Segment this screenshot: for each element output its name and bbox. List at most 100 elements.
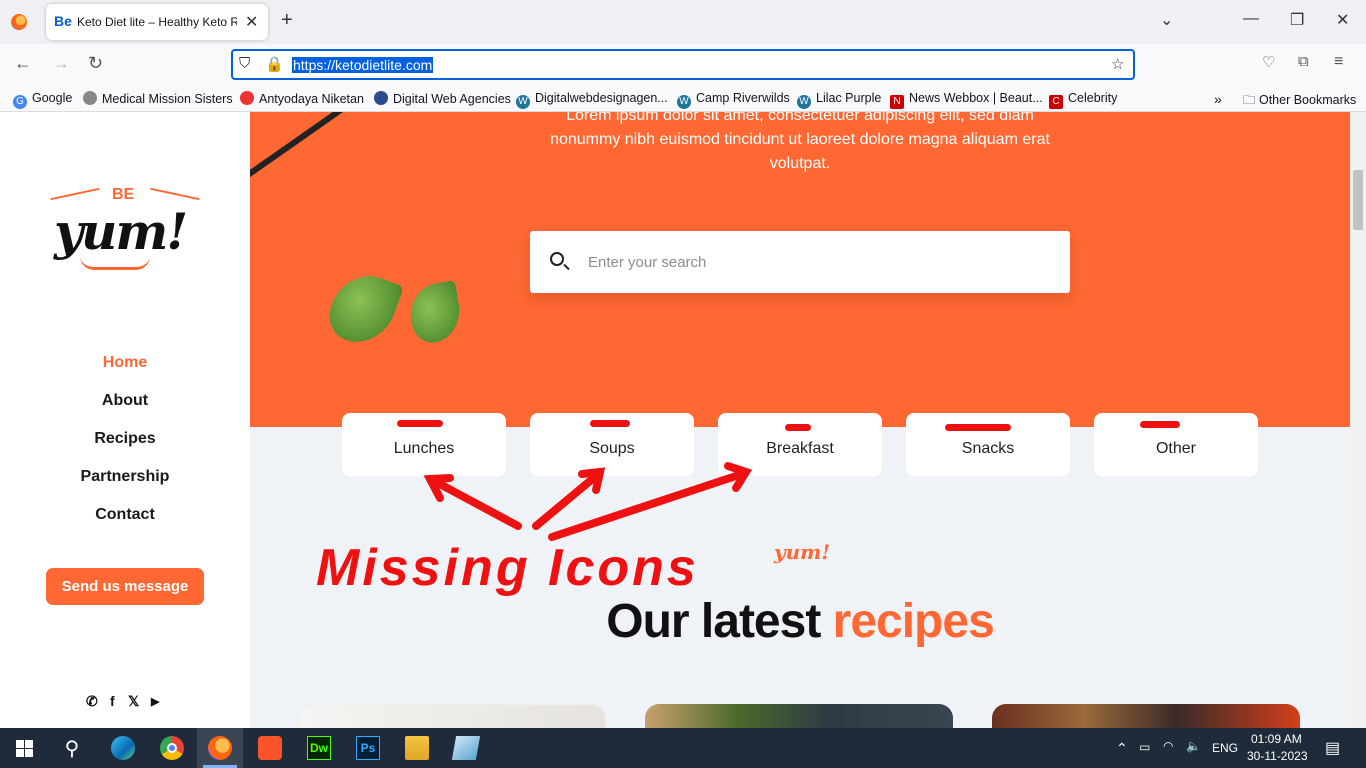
other-bookmarks[interactable]: 🗀 Other Bookmarks (1243, 91, 1356, 112)
restore-icon[interactable]: ❐ (1290, 10, 1304, 30)
basil-leaf-decoration (321, 265, 405, 353)
web-page: BE yum! Home About Recipes Partnership C… (0, 112, 1366, 728)
recipe-card[interactable] (645, 704, 953, 728)
battery-icon[interactable]: ▭ (1139, 740, 1150, 754)
brave-icon[interactable] (258, 736, 282, 760)
language-indicator[interactable]: ENG (1212, 741, 1238, 755)
show-hidden-icons[interactable]: ⌃ (1116, 740, 1128, 757)
section-tagline: yum! (774, 540, 831, 564)
search-box (530, 231, 1070, 293)
windows-start-icon[interactable] (14, 736, 38, 760)
site-icon (83, 91, 97, 105)
search-input[interactable] (588, 249, 1038, 275)
browser-tab[interactable]: Be Keto Diet lite – Healthy Keto Re ✕ (46, 4, 268, 40)
logo-yum: yum! (54, 202, 188, 261)
bookmark-news-webbox[interactable]: N News Webbox | Beaut... (890, 91, 1043, 109)
annotation-scribble (785, 424, 811, 431)
clock-time[interactable]: 01:09 AM (1251, 732, 1302, 746)
wordpress-icon: W (677, 95, 691, 109)
site-logo[interactable]: BE yum! (50, 186, 200, 276)
nav-about[interactable]: About (0, 392, 250, 410)
heart-icon (240, 91, 254, 105)
annotation-scribble (590, 420, 630, 427)
nav-home[interactable]: Home (0, 354, 250, 372)
x-icon[interactable]: 𝕏 (128, 693, 139, 710)
wordpress-icon: W (797, 95, 811, 109)
url-text[interactable]: https://ketodietlite.com (292, 57, 434, 73)
chopstick-decoration (250, 112, 369, 181)
hero-description: Lorem ipsum dolor sit amet, consectetuer… (550, 112, 1050, 172)
file-explorer-icon[interactable] (405, 736, 429, 760)
search-icon[interactable] (550, 252, 564, 266)
site-icon (374, 91, 388, 105)
shield-icon[interactable]: ⛉ (239, 55, 250, 72)
windows-taskbar: ⚲ Dw Ps ⌃ ▭ ◠ 🔈 ENG 01:09 AM 30-11-2023 … (0, 728, 1366, 768)
basil-leaf-decoration (405, 280, 465, 346)
notifications-icon[interactable]: ▤ (1325, 738, 1340, 758)
firefox-icon (208, 736, 232, 760)
bookmark-camp-riverwilds[interactable]: W Camp Riverwilds (677, 91, 790, 109)
firefox-taskbar-button[interactable] (197, 728, 243, 768)
menu-icon[interactable]: ≡ (1334, 53, 1343, 71)
pocket-icon[interactable]: ♡ (1262, 53, 1275, 71)
site-sidebar: BE yum! Home About Recipes Partnership C… (0, 112, 250, 728)
send-message-button[interactable]: Send us message (46, 568, 204, 605)
bookmarks-bar: G Google Medical Mission Sisters Antyoday… (0, 86, 1366, 112)
nav-recipes[interactable]: Recipes (0, 430, 250, 448)
close-window-icon[interactable]: ✕ (1336, 10, 1349, 30)
bookmark-digitalwebdesign[interactable]: W Digitalwebdesignagen... (516, 91, 668, 109)
bookmark-antyodaya[interactable]: Antyodaya Niketan (240, 91, 364, 106)
annotation-scribble (1140, 421, 1180, 428)
minimize-icon[interactable]: — (1243, 10, 1259, 28)
extensions-icon[interactable]: ⧉ (1298, 53, 1309, 70)
wordpress-icon: W (516, 95, 530, 109)
close-tab-icon[interactable]: ✕ (245, 12, 258, 32)
bookmark-star-icon[interactable]: ☆ (1111, 55, 1124, 73)
category-snacks[interactable]: Snacks (906, 413, 1070, 476)
page-scrollbar[interactable] (1350, 112, 1366, 728)
bookmark-celebrity[interactable]: C Celebrity (1049, 91, 1117, 109)
back-icon[interactable]: ← (14, 53, 32, 74)
facebook-icon[interactable]: f (110, 693, 115, 709)
annotation-scribble (397, 420, 443, 427)
chrome-icon[interactable] (160, 736, 184, 760)
edge-icon[interactable] (111, 736, 135, 760)
nav-partnership[interactable]: Partnership (0, 468, 250, 486)
address-bar[interactable]: ⛉ 🔒 https://ketodietlite.com ☆ (231, 49, 1135, 80)
youtube-icon[interactable]: ▶ (151, 695, 159, 708)
photoshop-icon[interactable]: Ps (356, 736, 380, 760)
recipe-card[interactable] (298, 704, 606, 728)
wifi-icon[interactable]: ◠ (1163, 739, 1173, 753)
forward-icon[interactable]: → (52, 53, 70, 74)
celebrity-icon: C (1049, 95, 1063, 109)
recipe-card[interactable] (992, 704, 1300, 728)
more-bookmarks-icon[interactable]: » (1214, 91, 1222, 107)
section-title: Our latest recipes (606, 595, 995, 648)
tab-favicon: Be (54, 13, 72, 29)
bookmark-medical-mission[interactable]: Medical Mission Sisters (83, 91, 233, 106)
annotation-scribble (945, 424, 1011, 431)
whatsapp-icon[interactable]: ✆ (86, 693, 98, 710)
new-tab-icon[interactable]: + (281, 9, 293, 32)
firefox-menu-icon[interactable] (11, 14, 27, 30)
reload-icon[interactable]: ↻ (88, 53, 103, 74)
news-icon: N (890, 95, 904, 109)
hero-section: Lorem ipsum dolor sit amet, consectetuer… (250, 112, 1350, 427)
google-icon: G (13, 95, 27, 109)
missing-icons-annotation: Missing Icons (316, 539, 699, 597)
dreamweaver-icon[interactable]: Dw (307, 736, 331, 760)
tab-title: Keto Diet lite – Healthy Keto Re (77, 15, 237, 29)
lock-icon[interactable]: 🔒 (265, 55, 284, 73)
search-icon[interactable]: ⚲ (60, 736, 84, 760)
scrollbar-thumb[interactable] (1353, 170, 1363, 230)
bookmark-digital-web[interactable]: Digital Web Agencies (374, 91, 511, 106)
nav-contact[interactable]: Contact (0, 506, 250, 524)
bookmark-lilac-purple[interactable]: W Lilac Purple (797, 91, 881, 109)
annotation-arrows (423, 462, 753, 541)
list-tabs-icon[interactable]: ⌄ (1160, 10, 1173, 30)
notepad-icon[interactable] (451, 736, 481, 760)
volume-icon[interactable]: 🔈 (1186, 739, 1201, 753)
folder-icon: 🗀 (1243, 93, 1259, 107)
clock-date[interactable]: 30-11-2023 (1247, 749, 1308, 763)
bookmark-google[interactable]: G Google (13, 91, 72, 109)
